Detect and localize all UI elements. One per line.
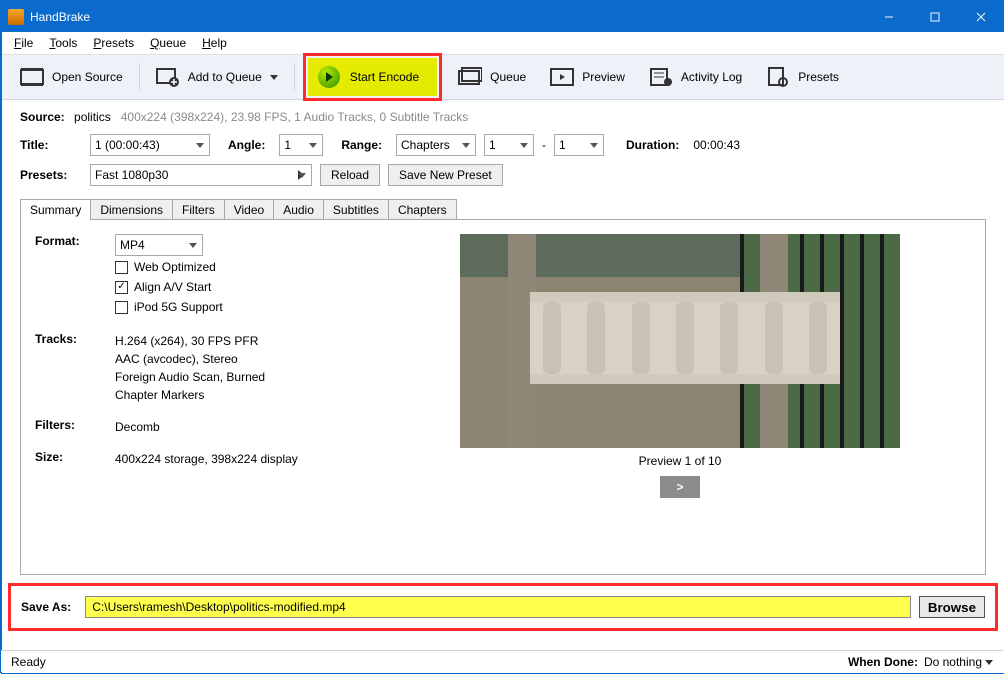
save-preset-button[interactable]: Save New Preset	[388, 164, 503, 186]
film-icon	[20, 66, 44, 88]
image-plus-icon	[156, 66, 180, 88]
tab-subtitles[interactable]: Subtitles	[323, 199, 389, 220]
tab-filters[interactable]: Filters	[172, 199, 225, 220]
filters-label: Filters:	[35, 418, 115, 436]
angle-label: Angle:	[228, 138, 265, 152]
preview-image	[460, 234, 900, 448]
range-dash: -	[542, 138, 546, 152]
browse-button[interactable]: Browse	[919, 596, 985, 618]
title-select[interactable]: 1 (00:00:43)	[90, 134, 210, 156]
presets-icon	[766, 66, 790, 88]
tab-summary[interactable]: Summary	[20, 199, 91, 220]
preview-column: Preview 1 of 10 >	[389, 234, 971, 498]
source-details: 400x224 (398x224), 23.98 FPS, 1 Audio Tr…	[121, 110, 469, 124]
queue-button[interactable]: Queue	[446, 58, 538, 96]
preview-counter: Preview 1 of 10	[639, 454, 722, 468]
size-label: Size:	[35, 450, 115, 468]
separator	[139, 63, 140, 91]
status-ready: Ready	[11, 655, 46, 669]
preview-label: Preview	[582, 70, 625, 84]
reload-button[interactable]: Reload	[320, 164, 380, 186]
align-av-checkbox[interactable]: ✓Align A/V Start	[115, 278, 365, 296]
tracks-label: Tracks:	[35, 332, 115, 404]
add-to-queue-button[interactable]: Add to Queue	[144, 58, 290, 96]
summary-left: Format: MP4 Web Optimized ✓Align A/V Sta…	[35, 234, 365, 498]
range-type-select[interactable]: Chapters	[396, 134, 476, 156]
activity-log-label: Activity Log	[681, 70, 742, 84]
presets-row: Presets: Fast 1080p30 Reload Save New Pr…	[2, 160, 1004, 190]
open-source-button[interactable]: Open Source	[8, 58, 135, 96]
range-to-select[interactable]: 1	[554, 134, 604, 156]
size-value: 400x224 storage, 398x224 display	[115, 450, 365, 468]
source-name: politics	[74, 110, 111, 124]
tab-chapters[interactable]: Chapters	[388, 199, 457, 220]
save-as-highlight: Save As: C:\Users\ramesh\Desktop\politic…	[8, 583, 998, 631]
tab-dimensions[interactable]: Dimensions	[90, 199, 173, 220]
titlebar: HandBrake	[2, 2, 1004, 32]
presets-label: Presets	[798, 70, 839, 84]
play-icon	[318, 66, 340, 88]
activity-icon	[649, 66, 673, 88]
format-label: Format:	[35, 234, 115, 318]
chevron-right-icon	[297, 169, 305, 181]
menu-tools[interactable]: Tools	[41, 34, 85, 52]
toolbar: Open Source Add to Queue Start Encode Qu…	[2, 54, 1004, 100]
window-title: HandBrake	[30, 10, 90, 24]
angle-select[interactable]: 1	[279, 134, 323, 156]
save-as-input[interactable]: C:\Users\ramesh\Desktop\politics-modifie…	[85, 596, 911, 618]
app-icon	[8, 9, 24, 25]
menu-queue[interactable]: Queue	[142, 34, 194, 52]
save-as-label: Save As:	[21, 600, 71, 614]
tracks-list: H.264 (x264), 30 FPS PFR AAC (avcodec), …	[115, 332, 365, 404]
open-source-label: Open Source	[52, 70, 123, 84]
tab-video[interactable]: Video	[224, 199, 274, 220]
tab-content: Format: MP4 Web Optimized ✓Align A/V Sta…	[20, 219, 986, 575]
activity-log-button[interactable]: Activity Log	[637, 58, 754, 96]
start-encode-label: Start Encode	[350, 70, 419, 84]
maximize-button[interactable]	[912, 2, 958, 32]
close-button[interactable]	[958, 2, 1004, 32]
title-row: Title: 1 (00:00:43) Angle: 1 Range: Chap…	[2, 130, 1004, 160]
preview-icon	[550, 66, 574, 88]
when-done-label: When Done:	[848, 655, 918, 669]
tab-audio[interactable]: Audio	[273, 199, 324, 220]
track-item: AAC (avcodec), Stereo	[115, 350, 365, 368]
range-label: Range:	[341, 138, 382, 152]
add-to-queue-label: Add to Queue	[188, 70, 262, 84]
start-encode-button[interactable]: Start Encode	[308, 58, 437, 96]
queue-label: Queue	[490, 70, 526, 84]
ipod-checkbox[interactable]: iPod 5G Support	[115, 298, 365, 316]
queue-icon	[458, 66, 482, 88]
track-item: Chapter Markers	[115, 386, 365, 404]
duration-label: Duration:	[626, 138, 679, 152]
preview-next-button[interactable]: >	[660, 476, 700, 498]
preset-select[interactable]: Fast 1080p30	[90, 164, 312, 186]
presets-button[interactable]: Presets	[754, 58, 851, 96]
format-select[interactable]: MP4	[115, 234, 203, 256]
web-optimized-checkbox[interactable]: Web Optimized	[115, 258, 365, 276]
when-done-select[interactable]: Do nothing	[924, 655, 993, 669]
duration-value: 00:00:43	[693, 138, 740, 152]
tab-bar: Summary Dimensions Filters Video Audio S…	[20, 198, 986, 219]
title-label: Title:	[20, 138, 76, 152]
source-label: Source:	[20, 110, 65, 124]
track-item: Foreign Audio Scan, Burned	[115, 368, 365, 386]
menu-file[interactable]: File	[6, 34, 41, 52]
presets-label: Presets:	[20, 168, 76, 182]
menu-presets[interactable]: Presets	[85, 34, 142, 52]
status-bar: Ready When Done: Do nothing	[1, 650, 1003, 672]
track-item: H.264 (x264), 30 FPS PFR	[115, 332, 365, 350]
preview-button[interactable]: Preview	[538, 58, 637, 96]
minimize-button[interactable]	[866, 2, 912, 32]
filters-value: Decomb	[115, 418, 365, 436]
chevron-down-icon	[270, 75, 278, 80]
menubar: File Tools Presets Queue Help	[2, 32, 1004, 54]
menu-help[interactable]: Help	[194, 34, 235, 52]
range-from-select[interactable]: 1	[484, 134, 534, 156]
separator	[294, 63, 295, 91]
start-encode-highlight: Start Encode	[303, 53, 442, 101]
source-info: Source: politics 400x224 (398x224), 23.9…	[2, 100, 1004, 130]
